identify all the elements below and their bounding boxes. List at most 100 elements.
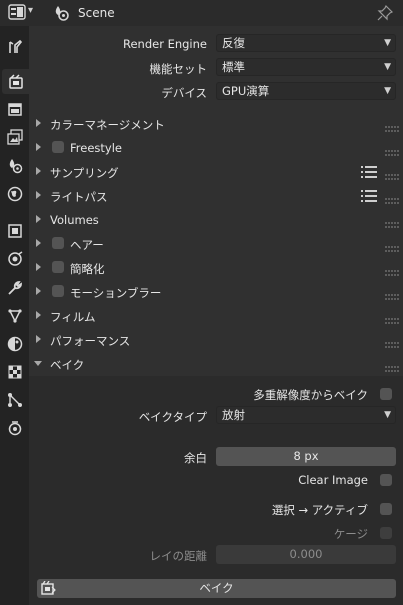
tab-particles[interactable]	[2, 303, 27, 328]
scene-icon	[52, 4, 70, 25]
drag-grip-icon[interactable]	[385, 241, 399, 255]
collapse-arrow-icon	[36, 239, 41, 247]
tab-object[interactable]	[2, 218, 27, 243]
collapse-arrow-icon	[36, 119, 41, 127]
collapse-arrow-icon	[36, 191, 41, 199]
drag-grip-icon[interactable]	[385, 193, 399, 207]
tab-tool[interactable]	[2, 34, 27, 59]
ray-distance-field[interactable]: 0.000	[216, 545, 396, 564]
tab-render[interactable]	[2, 69, 29, 94]
section-performance[interactable]: パフォーマンス	[29, 328, 403, 352]
collapse-arrow-icon	[36, 311, 41, 319]
collapse-arrow-icon	[36, 335, 41, 343]
tab-material[interactable]	[2, 331, 27, 356]
cage-label: ケージ	[333, 527, 368, 541]
motion-blur-checkbox[interactable]	[52, 285, 64, 297]
properties-header: ▾ Scene	[0, 0, 403, 26]
device-value: GPU演算	[222, 84, 270, 98]
section-title: Volumes	[50, 213, 99, 227]
tab-output[interactable]	[2, 97, 27, 122]
tab-scene[interactable]	[2, 153, 27, 178]
output-icon	[7, 102, 23, 118]
feature-set-dropdown[interactable]: 標準 ▼	[216, 58, 396, 76]
render-properties-panel: Render Engine 反復 ▼ 機能セット 標準 ▼ デバイス GPU演算…	[29, 26, 403, 605]
tab-texture[interactable]	[2, 359, 27, 384]
section-freestyle[interactable]: Freestyle	[29, 136, 403, 160]
render-engine-label: Render Engine	[122, 37, 207, 51]
bake-button-label: ベイク	[199, 581, 234, 595]
section-simplify[interactable]: 簡略化	[29, 256, 403, 280]
section-title: ヘアー	[70, 238, 104, 252]
context-title: Scene	[78, 6, 115, 20]
bake-type-value: 放射	[222, 408, 245, 422]
hair-checkbox[interactable]	[52, 237, 64, 249]
properties-tab-strip	[0, 26, 29, 605]
bake-type-label: ベイクタイプ	[138, 410, 207, 424]
tool-icon	[7, 39, 23, 55]
expand-arrow-icon	[34, 361, 42, 366]
tab-constraints[interactable]	[2, 387, 27, 412]
section-hair[interactable]: ヘアー	[29, 232, 403, 256]
bake-subpanel: 多重解像度からベイク ベイクタイプ 放射 ▼ 余白 8 px Clear Ima…	[29, 376, 403, 605]
collapse-arrow-icon	[36, 143, 41, 151]
chevron-down-icon: ▼	[384, 410, 391, 420]
object-icon	[7, 223, 23, 239]
drag-grip-icon[interactable]	[385, 361, 399, 375]
section-title: Freestyle	[70, 141, 122, 155]
margin-label: 余白	[184, 451, 207, 465]
drag-grip-icon[interactable]	[385, 121, 399, 135]
freestyle-checkbox[interactable]	[52, 141, 64, 153]
section-title: 簡略化	[70, 262, 105, 276]
material-icon	[7, 336, 23, 352]
margin-field[interactable]: 8 px	[216, 447, 396, 466]
presets-list-icon[interactable]	[361, 189, 377, 206]
drag-grip-icon[interactable]	[385, 145, 399, 159]
device-label: デバイス	[161, 86, 207, 100]
section-sampling[interactable]: サンプリング	[29, 160, 403, 184]
drag-grip-icon[interactable]	[385, 169, 399, 183]
drag-grip-icon[interactable]	[385, 289, 399, 303]
chevron-down-icon: ▾	[28, 5, 34, 16]
bake-type-dropdown[interactable]: 放射 ▼	[216, 406, 396, 424]
section-title: パフォーマンス	[50, 334, 131, 348]
chevron-down-icon: ▼	[384, 86, 391, 96]
drag-grip-icon[interactable]	[385, 313, 399, 327]
presets-list-icon[interactable]	[361, 165, 377, 182]
chevron-down-icon: ▼	[384, 62, 391, 72]
clear-image-checkbox[interactable]	[380, 474, 392, 486]
section-motion-blur[interactable]: モーションブラー	[29, 280, 403, 304]
render-icon	[8, 73, 24, 90]
device-dropdown[interactable]: GPU演算 ▼	[216, 82, 396, 100]
chevron-down-icon: ▼	[384, 38, 391, 48]
section-volumes[interactable]: Volumes	[29, 208, 403, 232]
tab-modifiers[interactable]	[2, 275, 27, 300]
render-engine-dropdown[interactable]: 反復 ▼	[216, 34, 396, 52]
multires-checkbox[interactable]	[380, 388, 392, 400]
section-title: カラーマネージメント	[50, 118, 165, 132]
tab-world[interactable]	[2, 181, 27, 206]
drag-grip-icon[interactable]	[385, 337, 399, 351]
texture-icon	[7, 364, 23, 380]
tab-view-layer[interactable]	[2, 124, 27, 149]
feature-set-value: 標準	[222, 60, 245, 74]
simplify-checkbox[interactable]	[52, 261, 64, 273]
collapse-arrow-icon	[36, 263, 41, 271]
pin-icon[interactable]	[377, 4, 394, 24]
selected-to-active-checkbox[interactable]	[380, 503, 392, 515]
collapse-arrow-icon	[36, 215, 41, 223]
multires-label: 多重解像度からベイク	[253, 388, 368, 402]
section-color-management[interactable]: カラーマネージメント	[29, 112, 403, 136]
section-bake[interactable]: ベイク	[29, 352, 403, 376]
drag-grip-icon[interactable]	[385, 265, 399, 279]
section-film[interactable]: フィルム	[29, 304, 403, 328]
editor-type-dropdown[interactable]: ▾	[8, 3, 38, 23]
drag-grip-icon[interactable]	[385, 217, 399, 231]
tab-physics[interactable]	[2, 246, 27, 271]
tab-object-data[interactable]	[2, 415, 27, 440]
selected-to-active-label: 選択 → アクティブ	[271, 503, 368, 517]
cage-checkbox[interactable]	[380, 527, 392, 539]
wrench-icon	[7, 280, 23, 296]
section-light-paths[interactable]: ライトパス	[29, 184, 403, 208]
bake-button[interactable]: ベイク	[37, 579, 396, 598]
feature-set-label: 機能セット	[149, 62, 208, 76]
